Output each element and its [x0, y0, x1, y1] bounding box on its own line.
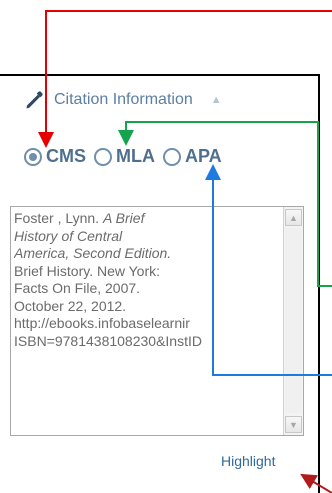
citation-line-2: History of Central: [14, 227, 123, 244]
pencil-icon: [26, 91, 43, 109]
citation-textarea[interactable]: Foster , Lynn. A Brief History of Centra…: [10, 206, 304, 436]
citation-style-option-cms[interactable]: CMS: [24, 146, 86, 167]
radio-circle-icon: [24, 147, 42, 166]
citation-line-5: Facts On File, 2007.: [14, 280, 141, 296]
citation-line-7: http://ebooks.infobaselearnir: [14, 315, 190, 331]
citation-title-start: A Brief: [102, 210, 145, 226]
scroll-up-arrow-icon[interactable]: ▲: [285, 209, 302, 226]
citation-style-label: APA: [185, 146, 222, 166]
citation-style-label: MLA: [116, 146, 155, 166]
triangle-up-icon[interactable]: ▲: [211, 94, 222, 106]
citation-header: Citation Information ▲: [24, 90, 222, 110]
citation-style-label: CMS: [46, 146, 86, 166]
citation-line-3: America, Second Edition.: [14, 245, 172, 261]
citation-line-1: Foster , Lynn. A Brief: [14, 210, 270, 228]
citation-author: Foster , Lynn.: [14, 210, 103, 226]
citation-style-option-apa[interactable]: APA: [163, 146, 222, 167]
citation-panel: Citation Information ▲ CMS MLA APA Foste…: [0, 74, 320, 493]
radio-circle-icon: [163, 147, 181, 166]
citation-line-4: Brief History. New York:: [14, 262, 161, 279]
citation-scrollbar[interactable]: ▲ ▼: [283, 207, 303, 435]
scroll-track[interactable]: [285, 228, 302, 413]
citation-text: Foster , Lynn. A Brief History of Centra…: [14, 210, 270, 432]
citation-line-6: October 22, 2012.: [14, 297, 127, 314]
panel-title: Citation Information: [54, 91, 193, 108]
citation-style-radio-group: CMS MLA APA: [24, 146, 222, 167]
radio-circle-icon: [94, 147, 112, 166]
citation-line-8: ISBN=9781438108230&InstID: [14, 332, 202, 349]
citation-style-option-mla[interactable]: MLA: [94, 146, 155, 167]
scroll-down-arrow-icon[interactable]: ▼: [285, 416, 302, 433]
highlight-link[interactable]: Highlight: [221, 453, 275, 469]
